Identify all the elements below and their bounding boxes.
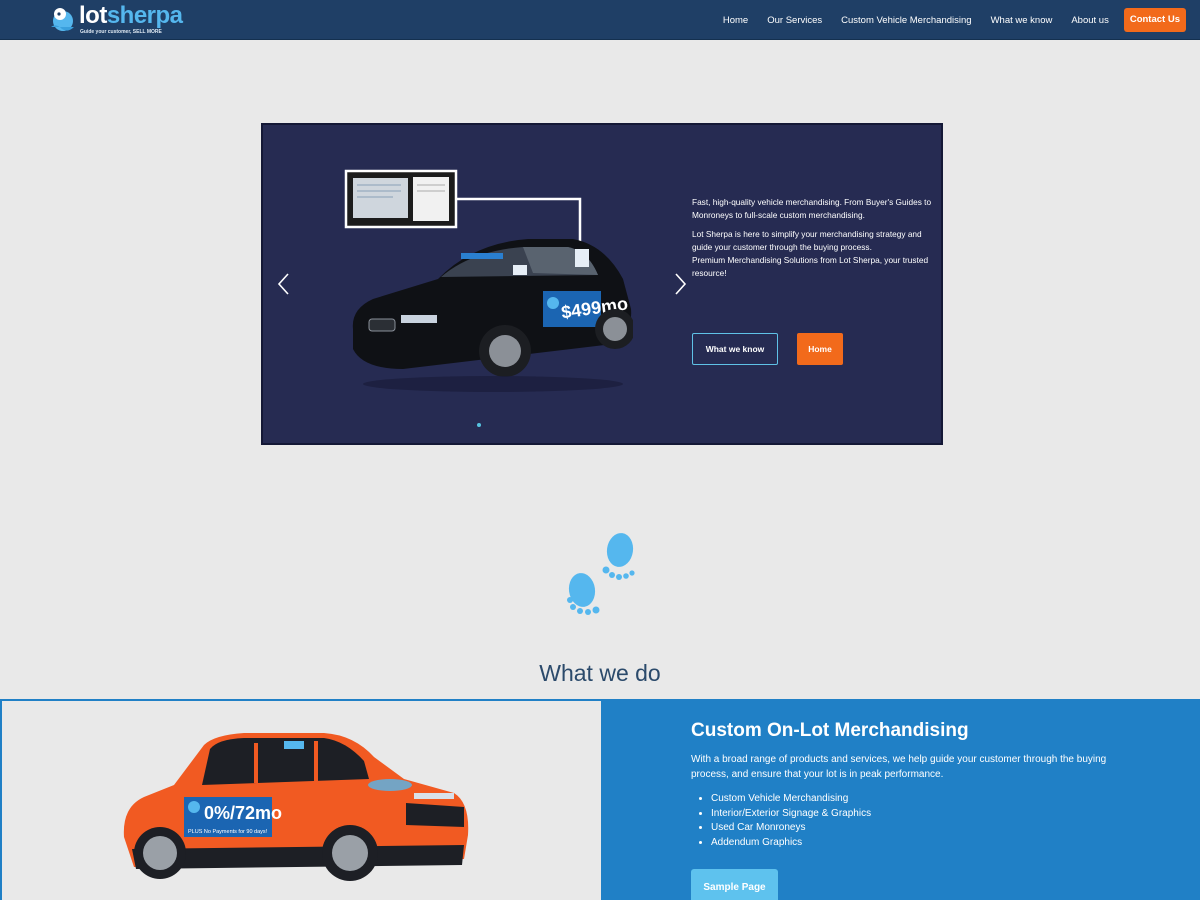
orange-suv-image: 0%/72mo PLUS No Payments for 90 days!: [123, 733, 469, 881]
feature-list: Custom Vehicle Merchandising Interior/Ex…: [711, 792, 871, 850]
slider-prev-arrow-icon[interactable]: [275, 271, 293, 297]
nav-custom-vehicle-merchandising[interactable]: Custom Vehicle Merchandising: [841, 15, 971, 26]
hero-paragraph-1: Fast, high-quality vehicle merchandising…: [692, 197, 932, 220]
logo-tagline: Guide your customer, SELL MORE: [80, 29, 162, 35]
feature-image-panel: 0%/72mo PLUS No Payments for 90 days!: [0, 699, 602, 900]
sedan-with-window-stickers-image: $499mo: [344, 169, 633, 392]
logo-wordmark: lotsherpa: [79, 2, 183, 30]
slider-dot-active[interactable]: [477, 423, 481, 427]
hero-buttons: What we know Home: [692, 333, 843, 365]
top-navbar: lotsherpa Guide your customer, SELL MORE…: [0, 0, 1200, 40]
sherpa-mascot-icon: [51, 8, 74, 31]
feature-text-panel: Custom On-Lot Merchandising With a broad…: [601, 699, 1200, 900]
nav-our-services[interactable]: Our Services: [767, 15, 822, 26]
sample-page-button[interactable]: Sample Page: [691, 869, 778, 900]
what-we-do-heading: What we do: [539, 660, 661, 686]
logo-word-sherpa: sherpa: [106, 2, 183, 29]
suv-sign-subtext: PLUS No Payments for 90 days!: [188, 829, 268, 835]
feature-title: Custom On-Lot Merchandising: [691, 720, 969, 741]
home-button[interactable]: Home: [797, 333, 843, 365]
suv-sign-text: 0%/72mo: [204, 803, 282, 823]
list-item: Interior/Exterior Signage & Graphics: [711, 807, 871, 822]
hero-copy: Fast, high-quality vehicle merchandising…: [692, 196, 932, 286]
hero-slider: $499mo Fast, high-quality vehicle mercha…: [261, 123, 943, 445]
logo-word-lot: lot: [79, 2, 107, 29]
list-item: Custom Vehicle Merchandising: [711, 792, 871, 807]
custom-merchandising-section: 0%/72mo PLUS No Payments for 90 days! Cu…: [0, 699, 1200, 900]
feature-description: With a broad range of products and servi…: [691, 754, 1107, 780]
main-nav: Home Our Services Custom Vehicle Merchan…: [704, 8, 1186, 32]
list-item: Addendum Graphics: [711, 836, 871, 851]
what-we-know-button[interactable]: What we know: [692, 333, 778, 365]
lot-sherpa-logo[interactable]: lotsherpa Guide your customer, SELL MORE: [48, 2, 198, 36]
nav-about-us[interactable]: About us: [1071, 15, 1109, 26]
contact-us-button[interactable]: Contact Us: [1123, 8, 1186, 32]
nav-what-we-know[interactable]: What we know: [991, 15, 1053, 26]
hero-paragraph-2: Lot Sherpa is here to simplify your merc…: [692, 229, 922, 252]
nav-home[interactable]: Home: [723, 15, 748, 26]
slider-next-arrow-icon[interactable]: [671, 271, 689, 297]
footprints-icon: [567, 533, 635, 615]
hero-paragraph-3: Premium Merchandising Solutions from Lot…: [692, 255, 929, 278]
list-item: Used Car Monroneys: [711, 821, 871, 836]
